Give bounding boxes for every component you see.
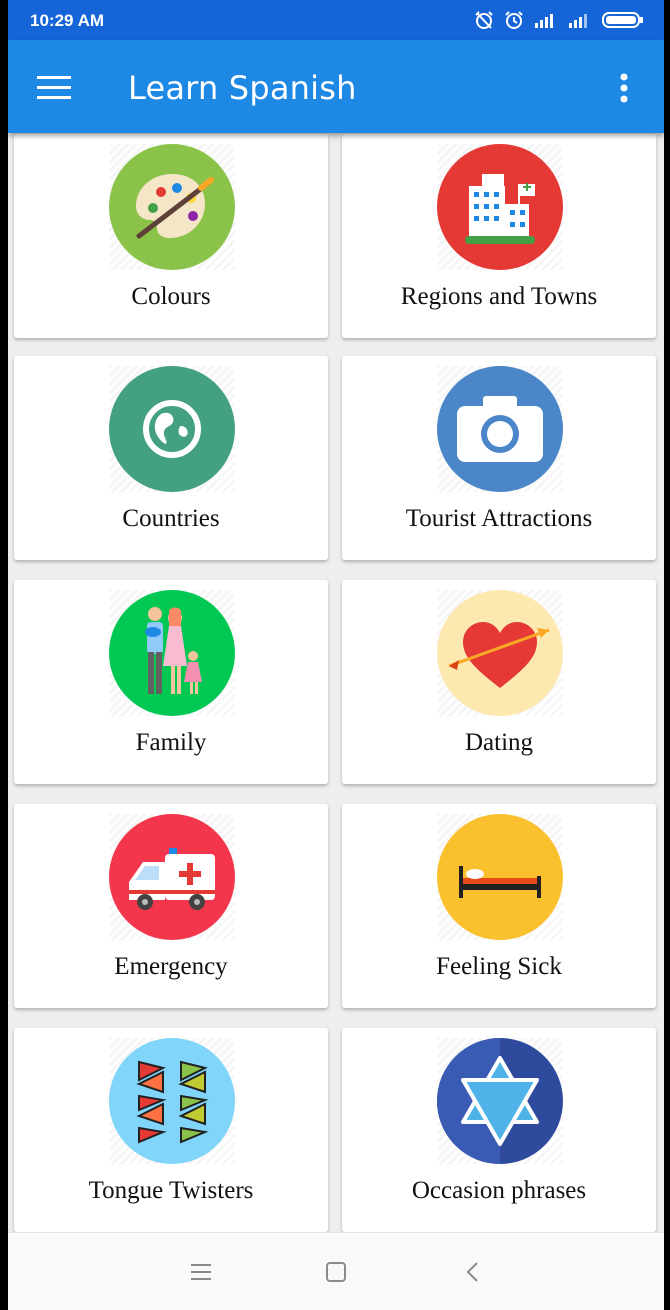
category-card-colours[interactable]: Colours [14,134,328,338]
recents-button[interactable] [186,1257,216,1287]
category-card-tourist-attractions[interactable]: Tourist Attractions [342,356,656,560]
category-label: Countries [122,505,220,532]
twisted-tongue-icon [109,1038,235,1164]
back-icon [466,1262,478,1282]
app-title: Learn Spanish [128,69,357,107]
app-screen: 10:29 AM Learn Spanish Colours Regions a… [8,0,664,1310]
category-label: Occasion phrases [411,1177,587,1204]
more-vertical-icon [620,73,628,103]
more-options-button[interactable] [600,64,648,112]
heart-arrow-icon [437,590,563,716]
palette-icon [109,144,235,270]
app-bar: Learn Spanish [8,40,664,133]
hamburger-menu-icon [37,76,71,99]
category-grid: Colours Regions and Towns Countries Tour… [8,0,664,1310]
category-card-occasion-phrases[interactable]: Occasion phrases [342,1028,656,1232]
category-label: Feeling Sick [436,953,562,980]
bed-icon [437,814,563,940]
category-label: Emergency [114,953,228,980]
globe-icon [109,366,235,492]
category-label: Family [135,729,207,756]
home-icon [326,1262,346,1282]
recents-icon [191,1264,211,1280]
category-card-feeling-sick[interactable]: Feeling Sick [342,804,656,1008]
category-card-dating[interactable]: Dating [342,580,656,784]
category-label: Tongue Twisters [88,1177,254,1204]
category-label: Regions and Towns [400,283,598,310]
ambulance-icon [109,814,235,940]
camera-icon [437,366,563,492]
category-label: Tourist Attractions [405,505,593,532]
category-label: Dating [464,729,534,756]
home-button[interactable] [321,1257,351,1287]
system-nav-bar [8,1232,664,1310]
buildings-icon [437,144,563,270]
category-label: Colours [131,283,211,310]
category-card-family[interactable]: Family [14,580,328,784]
category-card-tongue-twisters[interactable]: Tongue Twisters [14,1028,328,1232]
star-of-david-icon [437,1038,563,1164]
menu-button[interactable] [30,64,78,112]
category-card-regions-and-towns[interactable]: Regions and Towns [342,134,656,338]
family-icon [109,590,235,716]
category-card-emergency[interactable]: Emergency [14,804,328,1008]
category-card-countries[interactable]: Countries [14,356,328,560]
back-button[interactable] [458,1257,488,1287]
